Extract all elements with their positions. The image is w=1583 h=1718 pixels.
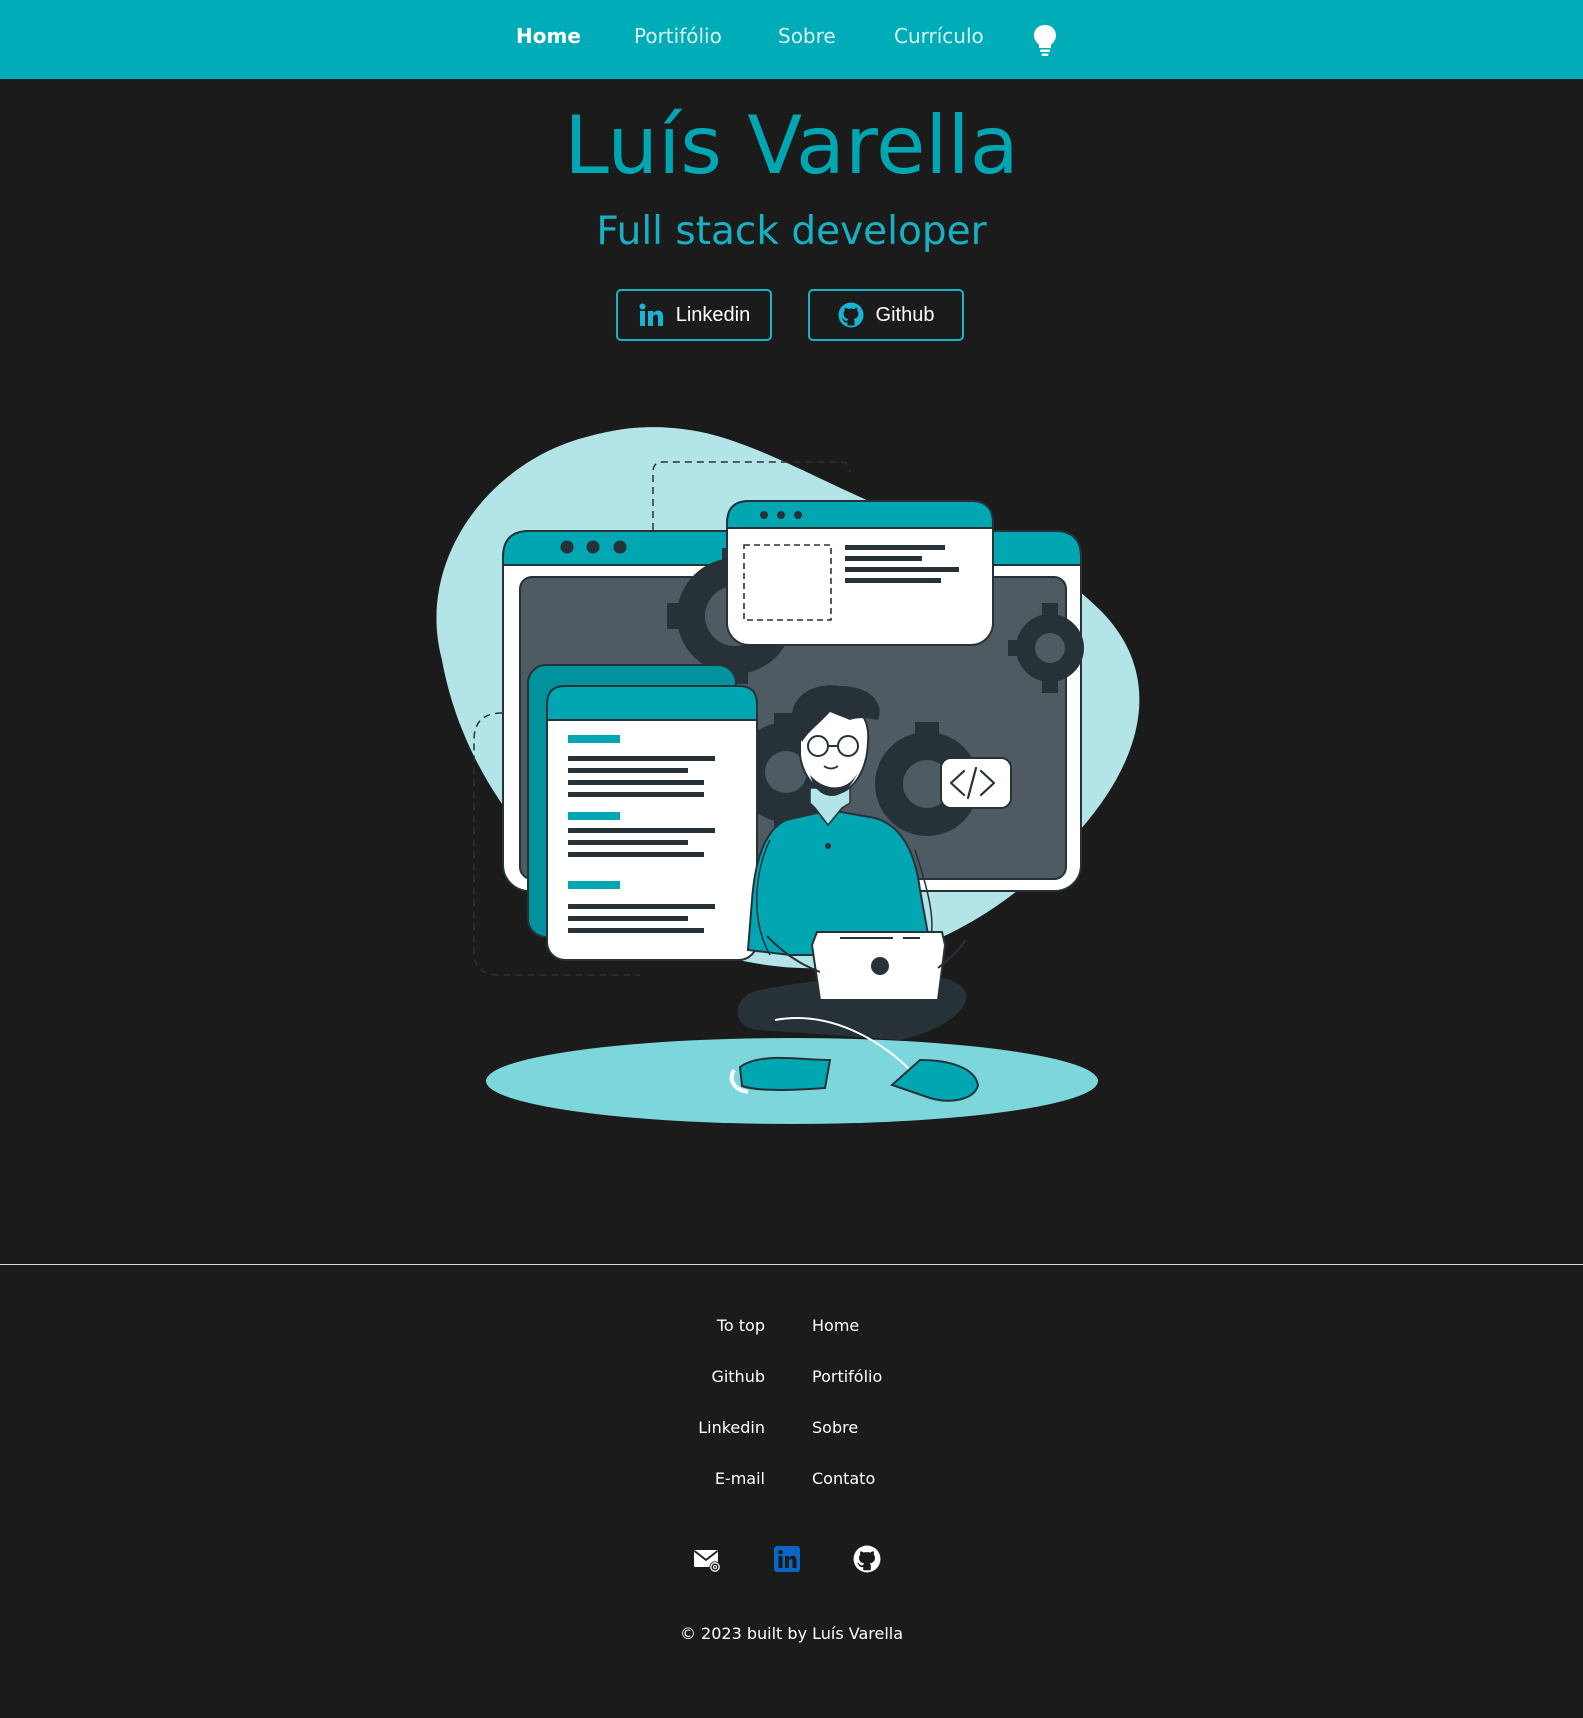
footer-right-links: Home Portifólio Sobre Contato [812,1313,882,1517]
footer-link-sobre[interactable]: Sobre [812,1415,882,1466]
footer-link-portfolio[interactable]: Portifólio [812,1364,882,1415]
github-button[interactable]: Github [808,289,964,341]
footer-link-email[interactable]: E-mail [698,1466,765,1517]
github-button-label: Github [875,303,935,326]
footer-divider [0,1264,1583,1265]
lightbulb-icon[interactable] [1030,23,1060,57]
nav-item-sobre[interactable]: Sobre [778,24,836,48]
footer-link-github[interactable]: Github [698,1364,765,1415]
github-icon[interactable] [853,1545,881,1573]
footer-left-links: To top Github Linkedin E-mail [698,1313,765,1517]
footer-link-home[interactable]: Home [812,1313,882,1364]
footer-link-contato[interactable]: Contato [812,1466,882,1517]
linkedin-button-label: Linkedin [675,303,751,326]
nav-item-portfolio[interactable]: Portifólio [634,24,722,48]
github-icon [838,302,864,328]
top-navbar: Home Portifólio Sobre Currículo [0,0,1583,79]
mail-icon[interactable] [693,1545,721,1573]
linkedin-icon[interactable] [773,1545,801,1573]
hero-role: Full stack developer [596,209,987,254]
footer-link-to-top[interactable]: To top [698,1313,765,1364]
nav-item-curriculo[interactable]: Currículo [894,24,984,48]
linkedin-icon [638,302,664,328]
nav-item-home[interactable]: Home [516,24,581,48]
hero-name: Luís Varella [564,99,1019,192]
developer-illustration [430,420,1150,1140]
linkedin-button[interactable]: Linkedin [616,289,772,341]
footer-link-linkedin[interactable]: Linkedin [698,1415,765,1466]
copyright-text: © 2023 built by Luís Varella [679,1624,904,1643]
